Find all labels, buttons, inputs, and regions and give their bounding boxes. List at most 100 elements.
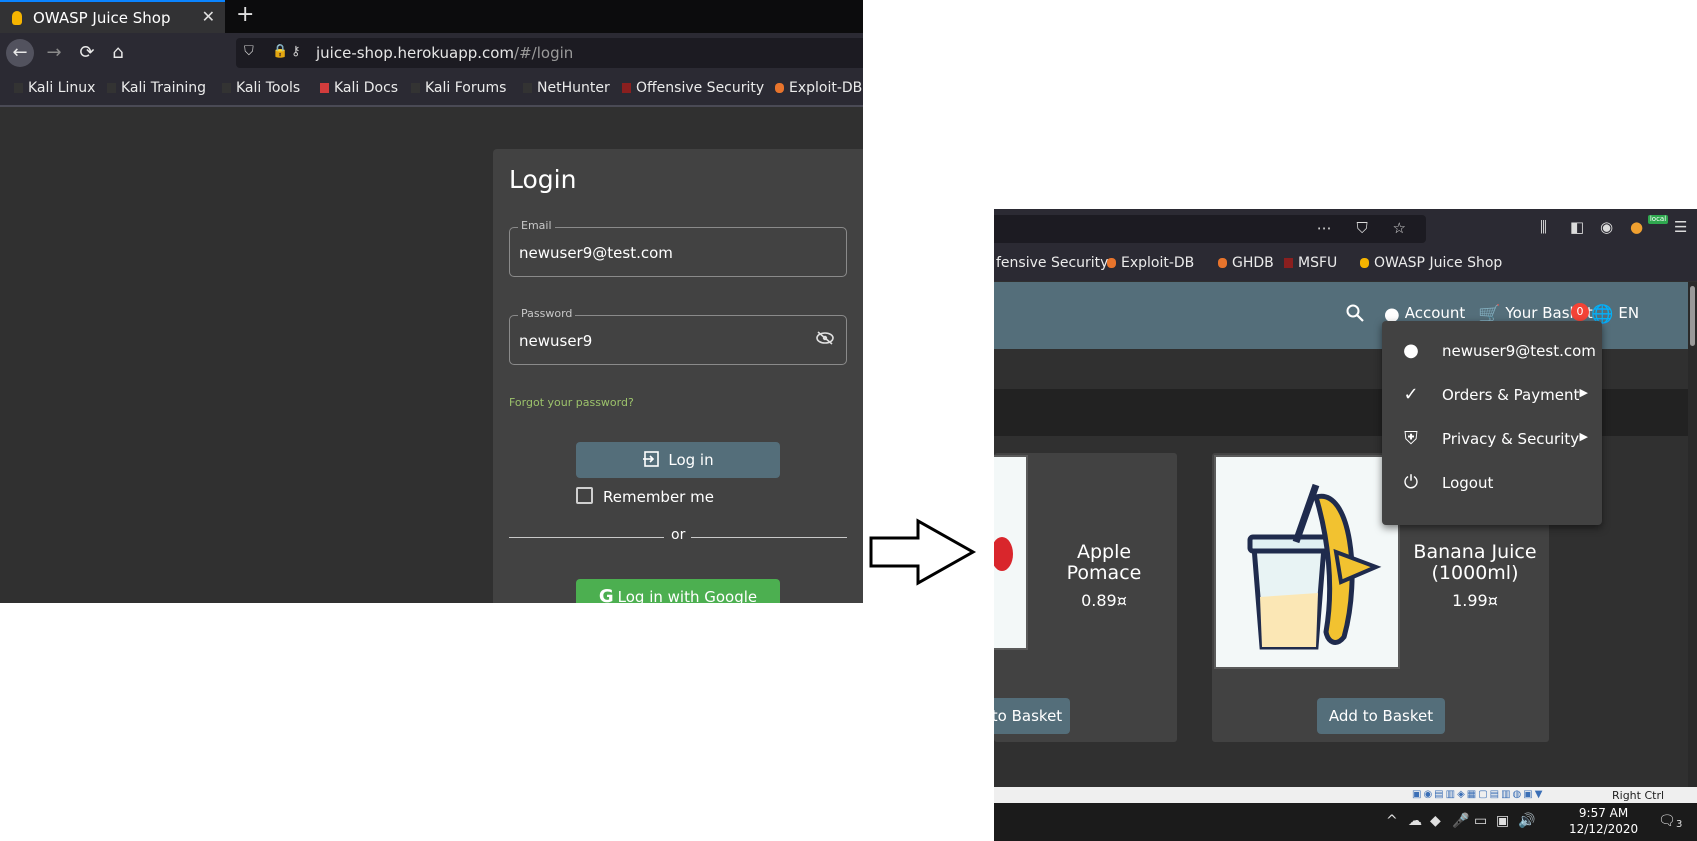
bookmark-exploit-db[interactable]: Exploit-DB [1107, 255, 1194, 271]
url-path: /#/login [514, 44, 574, 62]
home-button[interactable]: ⌂ [104, 39, 132, 67]
shield-icon: ⛨ [1404, 428, 1418, 449]
banana-juice-icon [1247, 483, 1382, 650]
juice-shop-favicon-icon [12, 11, 22, 25]
forgot-password-link[interactable]: Forgot your password? [509, 396, 634, 409]
remember-me-label: Remember me [603, 488, 714, 506]
bookmark-ghdb[interactable]: GHDB [1218, 255, 1274, 271]
product-name: Banana Juice (1000ml) [1413, 541, 1537, 584]
system-clock[interactable]: 9:57 AM 12/12/2020 [1569, 805, 1638, 837]
insecure-lock-icon[interactable]: 🔒 [272, 44, 288, 59]
local-badge: local [1648, 215, 1668, 224]
bookmark-kali-forums[interactable]: Kali Forums [411, 80, 506, 96]
divider-right [691, 537, 847, 538]
bookmark-nethunter[interactable]: NetHunter [523, 80, 610, 96]
kali-icon [411, 83, 420, 93]
account-circle-icon: ● [1403, 340, 1419, 361]
tray-expand-icon[interactable]: ^ [1386, 813, 1398, 829]
microphone-icon[interactable]: 🎤 [1452, 813, 1469, 829]
url-bar[interactable]: ⋯ ⛉ ☆ [994, 215, 1426, 243]
sidebar-icon[interactable]: ◧ [1570, 218, 1584, 236]
product-price: 0.89¤ [1081, 591, 1127, 610]
page-actions[interactable]: ⋯ ⛉ ☆ [1317, 219, 1416, 237]
password-label: Password [518, 307, 576, 320]
menu-item-orders-payment[interactable]: ✓ Orders & Payment ▶ [1382, 373, 1602, 417]
bookmark-offensive-security[interactable]: fensive Security [996, 255, 1108, 271]
offsec-icon [622, 83, 631, 93]
apple-pomace-image[interactable] [994, 455, 1028, 650]
login-button[interactable]: Log in [576, 442, 780, 478]
dropbox-icon[interactable]: ◆ [1430, 813, 1441, 829]
bookmark-owasp-juice-shop[interactable]: OWASP Juice Shop [1360, 255, 1502, 271]
msfu-icon [1284, 258, 1293, 268]
notifications-icon[interactable]: 🗨 [1658, 813, 1676, 829]
menu-item-logout[interactable]: ⏻ Logout [1382, 461, 1602, 505]
bookmark-exploit-db[interactable]: Exploit-DB [775, 80, 862, 96]
reload-button[interactable]: ⟳ [73, 39, 101, 67]
bookmark-msfu[interactable]: MSFU [1284, 255, 1337, 271]
menu-item-label: Logout [1442, 474, 1494, 492]
scrollbar-thumb[interactable] [1690, 286, 1695, 346]
password-field[interactable]: Password newuser9 [509, 307, 847, 365]
banana-juice-image[interactable] [1214, 455, 1400, 669]
url-bar[interactable]: ⛉ 🔒 ⚷ juice-shop.herokuapp.com/#/login [236, 38, 863, 68]
library-icon[interactable]: ⫼ [1540, 218, 1547, 236]
menu-item-privacy-security[interactable]: ⛨ Privacy & Security ▶ [1382, 417, 1602, 461]
shield-icon[interactable]: ⛉ [244, 44, 254, 59]
navigation-toolbar: ⋯ ⛉ ☆ ⫼ ◧ ◉ ● local ☰ [994, 209, 1697, 249]
hamburger-menu-icon[interactable]: ☰ [1674, 218, 1687, 236]
new-tab-button[interactable]: + [236, 2, 254, 27]
url-host: juice-shop.herokuapp.com [316, 44, 515, 62]
search-icon[interactable] [1346, 304, 1364, 326]
volume-icon[interactable]: 🔊 [1518, 813, 1535, 829]
bookmark-kali-training[interactable]: Kali Training [107, 80, 206, 96]
product-card-apple-pomace[interactable]: Apple Pomace 0.89¤ to Basket [994, 453, 1177, 742]
basket-count-badge: 0 [1571, 303, 1589, 321]
bookmark-kali-linux[interactable]: Kali Linux [14, 80, 95, 96]
extension-icon[interactable]: ● [1630, 218, 1643, 236]
clock-time: 9:57 AM [1578, 806, 1629, 820]
notification-count: 3 [1676, 819, 1683, 830]
google-login-button[interactable]: G Log in with Google [576, 579, 780, 603]
docs-icon [320, 83, 329, 93]
tab-owasp-juice-shop[interactable]: OWASP Juice Shop ✕ [0, 0, 225, 33]
account-icon[interactable]: ◉ [1600, 218, 1613, 236]
key-icon[interactable]: ⚷ [291, 44, 301, 59]
menu-item-label: Privacy & Security [1442, 430, 1580, 448]
bookmark-label: NetHunter [537, 80, 610, 96]
forward-button[interactable]: → [40, 39, 68, 67]
check-circle-icon: ✓ [1403, 384, 1419, 405]
battery-icon[interactable]: ▭ [1474, 813, 1487, 829]
remember-me-checkbox[interactable] [576, 487, 593, 504]
onedrive-icon[interactable]: ☁ [1408, 813, 1422, 829]
back-button[interactable]: ← [6, 39, 34, 67]
bookmark-offensive-security[interactable]: Offensive Security [622, 80, 764, 96]
add-to-basket-button[interactable]: to Basket [994, 698, 1070, 734]
windows-taskbar: ^ ☁ ◆ 🎤 ▭ ▣ 🔊 9:57 AM 12/12/2020 🗨 3 [994, 803, 1697, 841]
scrollbar[interactable] [1688, 282, 1697, 787]
email-value[interactable]: newuser9@test.com [519, 244, 673, 262]
bookmark-kali-tools[interactable]: Kali Tools [222, 80, 300, 96]
tab-bar: OWASP Juice Shop ✕ + [0, 0, 863, 33]
vm-device-icons[interactable]: ▣◉▤▥◈▦▢▤▥◍▣▼ [1412, 789, 1544, 800]
visibility-off-icon[interactable] [816, 330, 834, 349]
nethunter-icon [523, 83, 532, 93]
remember-me[interactable]: Remember me [576, 487, 714, 506]
login-browser-window: OWASP Juice Shop ✕ + ← → ⟳ ⌂ ⛉ 🔒 ⚷ juice… [0, 0, 863, 603]
bookmark-label: OWASP Juice Shop [1374, 255, 1503, 271]
email-field[interactable]: Email newuser9@test.com [509, 219, 847, 277]
bookmark-label: MSFU [1298, 255, 1338, 271]
bookmark-label: Kali Linux [28, 80, 96, 96]
url-text[interactable]: juice-shop.herokuapp.com/#/login [316, 44, 573, 62]
bookmark-kali-docs[interactable]: Kali Docs [320, 80, 398, 96]
network-icon[interactable]: ▣ [1496, 813, 1509, 829]
navigation-toolbar: ← → ⟳ ⌂ ⛉ 🔒 ⚷ juice-shop.herokuapp.com/#… [0, 33, 863, 73]
menu-item-label: newuser9@test.com [1442, 342, 1596, 360]
close-tab-icon[interactable]: ✕ [202, 7, 215, 26]
email-label: Email [518, 219, 555, 232]
menu-item-user-email[interactable]: ● newuser9@test.com [1382, 329, 1602, 373]
submenu-arrow-icon: ▶ [1579, 386, 1588, 399]
logged-in-browser-window: ⋯ ⛉ ☆ ⫼ ◧ ◉ ● local ☰ fensive Security E… [994, 209, 1697, 841]
password-value[interactable]: newuser9 [519, 332, 592, 350]
add-to-basket-button[interactable]: Add to Basket [1317, 698, 1445, 734]
